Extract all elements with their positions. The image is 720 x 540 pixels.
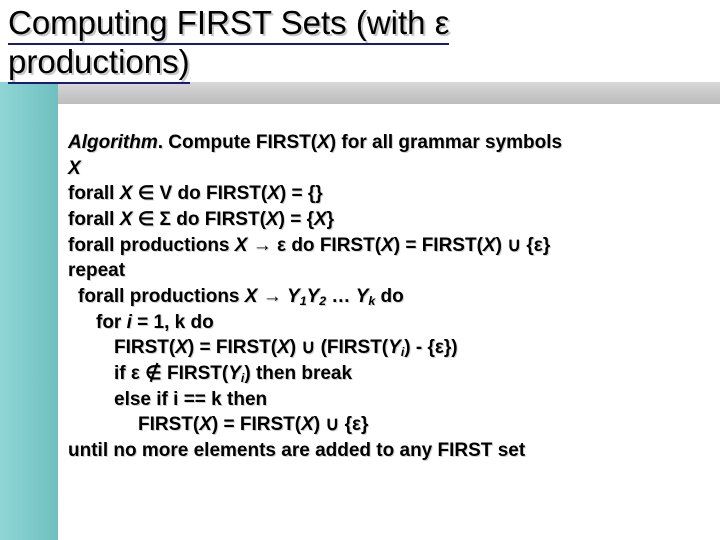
t: ) - {ε}) (404, 337, 457, 358)
t: ) then break (244, 363, 352, 384)
t: → ε do FIRST( (247, 235, 381, 256)
t: X (277, 337, 290, 358)
t: → (257, 286, 287, 307)
t: ) ∪ {ε} (496, 235, 551, 256)
t: X (314, 209, 327, 230)
t: = 1, k do (132, 312, 214, 333)
t: X (317, 132, 330, 153)
t: forall (68, 183, 120, 204)
t: ) for all grammar symbols (330, 132, 562, 153)
t: Y (228, 363, 241, 384)
t: X (245, 286, 258, 307)
t: Y (356, 286, 369, 307)
t: until no more elements are added to any … (68, 440, 525, 461)
slide-title: Computing FIRST Sets (with ε productions… (8, 4, 708, 82)
t: Y (287, 286, 300, 307)
left-accent-band (0, 82, 58, 540)
t: if ε ∉ FIRST( (114, 363, 228, 384)
algo-word: Algorithm (68, 132, 158, 153)
t: X (301, 414, 314, 435)
t: ) ∪ {ε} (314, 414, 369, 435)
t: ∈ Σ do FIRST( (132, 209, 266, 230)
t: do (375, 286, 404, 307)
t: ) ∪ (FIRST( (290, 337, 388, 358)
title-line2: productions) (8, 43, 190, 80)
t: 1 (300, 294, 307, 308)
t: forall (68, 209, 120, 230)
t: X (175, 337, 188, 358)
t: . Compute FIRST( (158, 132, 317, 153)
t: X (199, 414, 212, 435)
t: ) = FIRST( (212, 414, 301, 435)
t: forall productions (78, 286, 245, 307)
t: ) = FIRST( (188, 337, 277, 358)
t: FIRST( (138, 414, 199, 435)
t: FIRST( (114, 337, 175, 358)
t: X (120, 183, 133, 204)
title-epsilon: ε (435, 4, 450, 41)
t: X (120, 209, 133, 230)
t: repeat (68, 260, 125, 281)
t: X (235, 235, 248, 256)
t: X (483, 235, 496, 256)
t: } (327, 209, 334, 230)
t: Y (307, 286, 320, 307)
t: ) = { (279, 209, 314, 230)
title-line1a: Computing FIRST Sets (with (8, 4, 435, 41)
t: X (266, 209, 279, 230)
t: ∈ V do FIRST( (132, 183, 267, 204)
t: else if i == k then (114, 389, 267, 410)
algorithm-block: Algorithm. Compute FIRST(X) for all gram… (68, 130, 706, 464)
t: … (326, 286, 356, 307)
t: ) = FIRST( (394, 235, 483, 256)
t: X (68, 158, 81, 179)
t: Y (388, 337, 401, 358)
t: X (267, 183, 280, 204)
t: ) = {} (280, 183, 323, 204)
slide: Computing FIRST Sets (with ε productions… (0, 0, 720, 540)
t: for (96, 312, 127, 333)
title-underline-band (30, 82, 720, 104)
t: forall productions (68, 235, 235, 256)
t: X (381, 235, 394, 256)
